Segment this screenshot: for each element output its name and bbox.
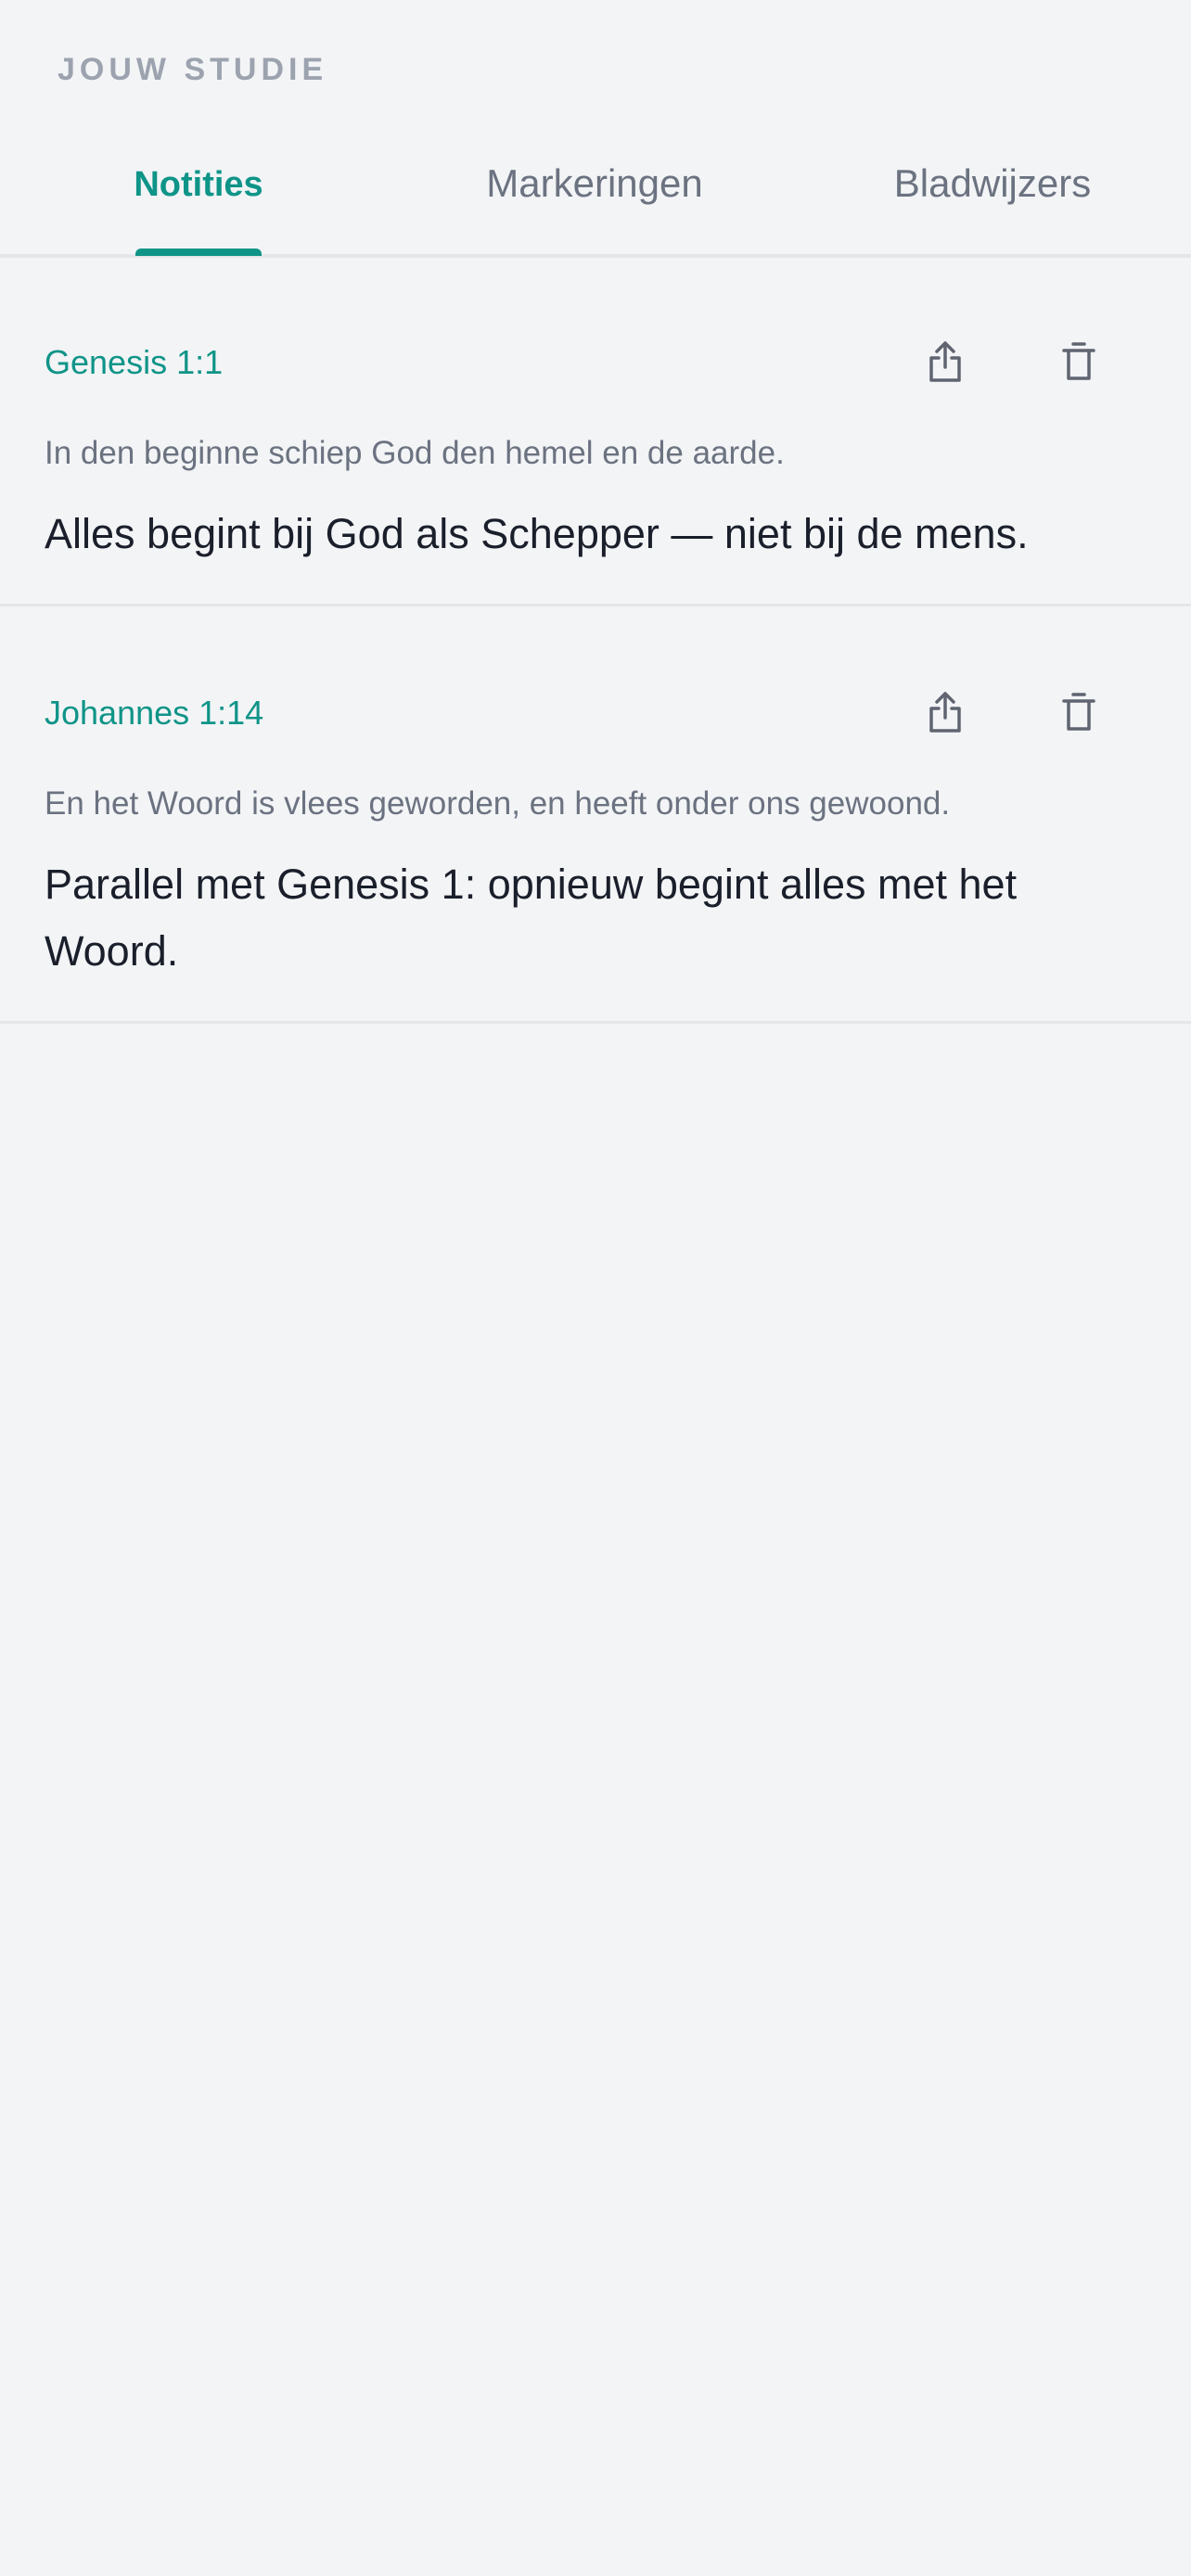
trash-icon — [1062, 693, 1095, 731]
trash-icon — [1062, 342, 1095, 380]
note-item: Johannes 1:14 En het Woord is vlees gewo… — [0, 608, 1191, 1024]
verse-text: In den beginne schiep God den hemel en d… — [45, 435, 785, 471]
verse-text: En het Woord is vlees geworden, en heeft… — [45, 785, 951, 822]
active-tab-indicator — [135, 249, 262, 256]
share-icon — [929, 692, 961, 733]
verse-reference-link[interactable]: Genesis 1:1 — [45, 343, 223, 382]
share-button[interactable] — [916, 332, 975, 391]
tab-markeringen-label: Markeringen — [486, 161, 703, 205]
tab-bladwijzers[interactable]: Bladwijzers — [881, 139, 1104, 254]
tab-bladwijzers-label: Bladwijzers — [893, 161, 1092, 205]
tab-notities[interactable]: Notities — [134, 139, 263, 256]
note-text: Alles begint bij God als Schepper — niet… — [45, 510, 1029, 557]
delete-button[interactable] — [1049, 332, 1108, 391]
tab-bar: Notities Markeringen Bladwijzers — [0, 139, 1191, 258]
verse-reference-link[interactable]: Johannes 1:14 — [45, 694, 263, 733]
share-icon — [929, 341, 961, 382]
tab-markeringen[interactable]: Markeringen — [473, 139, 716, 254]
note-item: Genesis 1:1 In den beginne schiep God de… — [0, 258, 1191, 606]
delete-button[interactable] — [1049, 682, 1108, 742]
section-label: JOUW STUDIE — [58, 52, 328, 87]
note-text: Parallel met Genesis 1: opnieuw begint a… — [45, 861, 1018, 975]
share-button[interactable] — [916, 682, 975, 742]
tab-notities-label: Notities — [134, 165, 263, 204]
